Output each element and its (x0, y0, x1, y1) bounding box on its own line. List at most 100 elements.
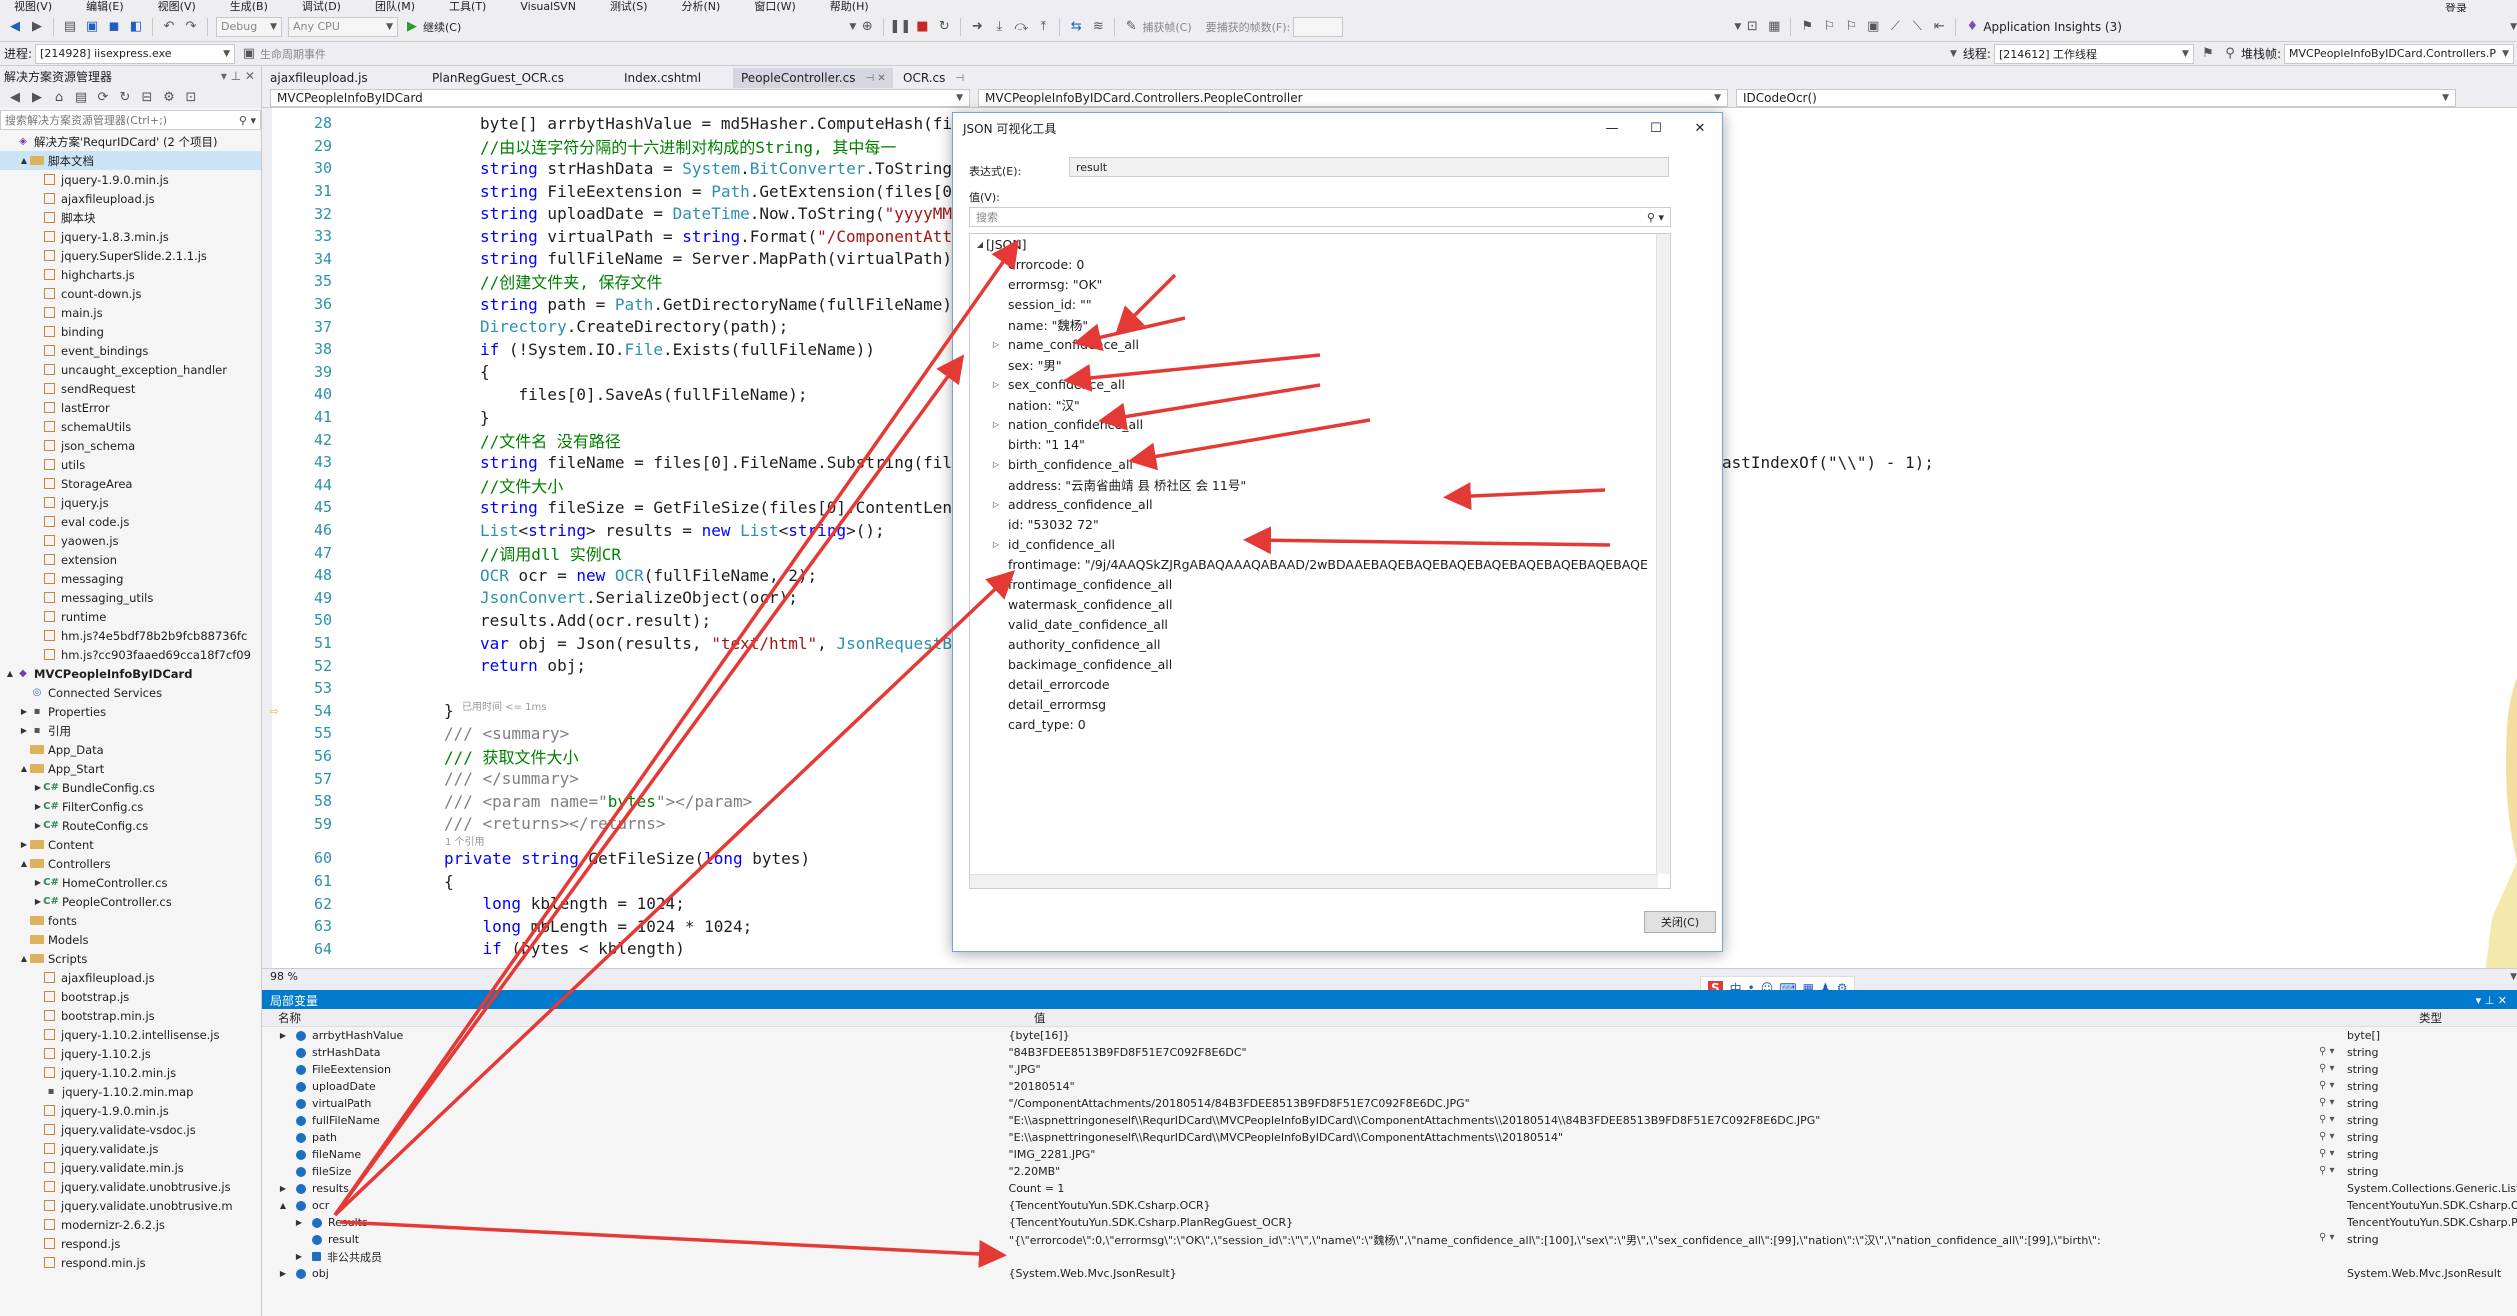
visualizer-magnifier-icon[interactable]: ⚲ ▾ (2319, 1131, 2343, 1144)
undo-icon[interactable]: ↶ (158, 16, 180, 38)
bookmark-icon[interactable]: ⚑ (1796, 16, 1818, 38)
tree-item[interactable]: lastError (0, 398, 261, 417)
forward-icon[interactable]: ▶ (26, 16, 48, 38)
menu-item[interactable]: 窗口(W) (754, 0, 795, 12)
tree-item[interactable]: uncaught_exception_handler (0, 360, 261, 379)
json-node[interactable]: id: "53032 72" (970, 514, 1670, 534)
visualizer-magnifier-icon[interactable] (2319, 1029, 2343, 1042)
json-node[interactable]: ▷ address_confidence_all (970, 494, 1670, 514)
tree-item[interactable]: ▶ ▪ Properties (0, 702, 261, 721)
json-node[interactable]: ▷ nation_confidence_all (970, 414, 1670, 434)
stop-icon[interactable]: ■ (911, 16, 933, 38)
visualizer-magnifier-icon[interactable]: ⚲ ▾ (2319, 1097, 2343, 1110)
visualizer-magnifier-icon[interactable] (2319, 1182, 2343, 1195)
horizontal-scrollbar[interactable] (970, 874, 1658, 888)
break-all-icon[interactable]: ❚❚ (889, 16, 911, 38)
expand-arrow-icon[interactable]: ▲ (18, 954, 30, 963)
process-select[interactable]: [214928] iisexpress.exe ▼ (35, 43, 236, 64)
window-controls-icon[interactable]: ▾ ⊥ ✕ (2476, 994, 2507, 1007)
json-node[interactable]: frontimage: "/9j/4AAQSkZJRgABAQAAAQABAAD… (970, 554, 1670, 574)
json-node[interactable]: name: "魏杨" (970, 314, 1670, 334)
tree-item[interactable]: eval code.js (0, 512, 261, 531)
locals-row[interactable]: ▶ obj {System.Web.Mvc.JsonResult} System.We… (262, 1265, 2517, 1282)
tree-item[interactable]: ▲ 脚本文档 (0, 151, 261, 170)
locals-row[interactable]: path "E:\\aspnettringoneself\\RequrIDCard… (262, 1129, 2517, 1146)
tree-item[interactable]: binding (0, 322, 261, 341)
visualizer-magnifier-icon[interactable]: ⚲ ▾ (2319, 1148, 2343, 1161)
tree-item[interactable]: ▶ C# PeopleController.cs (0, 892, 261, 911)
lifecycle-icon[interactable]: ▣ (238, 43, 260, 65)
home-icon[interactable]: ⌂ (48, 86, 70, 108)
save-icon[interactable]: ◼ (103, 16, 125, 38)
back-icon[interactable]: ◀ (4, 16, 26, 38)
pending-changes-icon[interactable]: ↻ (114, 86, 136, 108)
tree-item[interactable]: jquery-1.10.2.intellisense.js (0, 1025, 261, 1044)
tab-ocr-cs[interactable]: OCR.cs ⊣ (895, 68, 965, 88)
comment-icon[interactable]: ⟋ (1884, 16, 1906, 38)
expand-arrow-icon[interactable]: ▶ (276, 1184, 290, 1193)
insights-button[interactable]: Application Insights (3) (1983, 20, 2122, 34)
locals-row[interactable]: fileName "IMG_2281.JPG" ⚲ ▾ string (262, 1146, 2517, 1163)
json-node[interactable]: backimage_confidence_all (970, 654, 1670, 674)
tab-ajaxfileupload-js[interactable]: ajaxfileupload.js (262, 68, 422, 88)
project-dropdown[interactable]: MVCPeopleInfoByIDCard ▼ (270, 88, 970, 107)
tree-item[interactable]: fonts (0, 911, 261, 930)
redo-icon[interactable]: ↷ (180, 16, 202, 38)
json-node[interactable]: ▷ sex_confidence_all (970, 374, 1670, 394)
visualizer-magnifier-icon[interactable]: ⚲ ▾ (2319, 1046, 2343, 1059)
catch-frame-button[interactable]: 捕获帧(C) (1142, 19, 1191, 35)
json-node[interactable]: birth: "1 14" (970, 434, 1670, 454)
tab-planregguest_ocr-cs[interactable]: PlanRegGuest_OCR.cs (424, 68, 614, 88)
tree-item[interactable]: event_bindings (0, 341, 261, 360)
expand-arrow-icon[interactable]: ▲ (18, 859, 30, 868)
locals-value-cell[interactable]: {System.Web.Mvc.JsonResult} (1005, 1267, 2343, 1280)
expand-arrow-icon[interactable]: ▶ (18, 707, 30, 716)
class-dropdown[interactable]: MVCPeopleInfoByIDCard.Controllers.People… (978, 88, 1728, 107)
uncomment-icon[interactable]: ⟍ (1906, 16, 1928, 38)
json-search-input[interactable]: 搜索 ⚲ ▾ (969, 207, 1671, 227)
tab-index-cshtml[interactable]: Index.cshtml (616, 68, 731, 88)
json-node[interactable]: sex: "男" (970, 354, 1670, 374)
tree-item[interactable]: StorageArea (0, 474, 261, 493)
visualizer-magnifier-icon[interactable]: ⚲ ▾ (2319, 1165, 2343, 1178)
visualizer-magnifier-icon[interactable]: ⚲ ▾ (2319, 1063, 2343, 1076)
locals-value-cell[interactable]: "{\"errorcode\":0,\"errormsg\":\"OK\",\"… (1005, 1232, 2343, 1248)
json-root-node[interactable]: ◢ [JSON] (970, 234, 1670, 254)
expand-arrow-icon[interactable]: ▷ (990, 540, 1002, 549)
minimize-icon[interactable]: — (1590, 121, 1634, 136)
tree-item[interactable]: messaging (0, 569, 261, 588)
tree-item[interactable]: jquery.validate.min.js (0, 1158, 261, 1177)
menu-item[interactable]: VisualSVN (520, 0, 576, 12)
platform-select[interactable]: Any CPU ▼ (288, 16, 398, 37)
tree-item[interactable]: schemaUtils (0, 417, 261, 436)
tree-item[interactable]: ▲ ◆ MVCPeopleInfoByIDCard (0, 664, 261, 683)
menu-item[interactable]: 编辑(E) (86, 0, 124, 12)
locals-value-cell[interactable]: "IMG_2281.JPG" ⚲ ▾ (1005, 1148, 2343, 1161)
insights-icon[interactable]: ♦ (1961, 16, 1983, 38)
tree-item[interactable]: jquery-1.8.3.min.js (0, 227, 261, 246)
stack-select[interactable]: MVCPeopleInfoByIDCard.Controllers.P ▼ (2284, 43, 2514, 64)
json-node[interactable]: nation: "汉" (970, 394, 1670, 414)
expand-arrow-icon[interactable]: ▲ (18, 764, 30, 773)
tree-item[interactable]: ▶ Content (0, 835, 261, 854)
menu-item[interactable]: 视图(V) (158, 0, 196, 12)
tree-item[interactable]: modernizr-2.6.2.js (0, 1215, 261, 1234)
expand-arrow-icon[interactable]: ▷ (990, 420, 1002, 429)
tree-item[interactable]: jquery.js (0, 493, 261, 512)
step-into-icon[interactable]: ⤓ (988, 16, 1010, 38)
vertical-scrollbar[interactable] (1656, 234, 1670, 874)
tree-item[interactable]: hm.js?4e5bdf78b2b9fcb88736fc (0, 626, 261, 645)
tree-item[interactable]: ▶ C# BundleConfig.cs (0, 778, 261, 797)
locals-row[interactable]: fileSize "2.20MB" ⚲ ▾ string (262, 1163, 2517, 1180)
locals-value-cell[interactable]: {TencentYoutuYun.SDK.Csharp.OCR} (1005, 1199, 2343, 1212)
json-node[interactable]: ▷ name_confidence_all (970, 334, 1670, 354)
tree-item[interactable]: json_schema (0, 436, 261, 455)
tree-item[interactable]: bootstrap.min.js (0, 1006, 261, 1025)
zoom-level[interactable]: 98 % (270, 970, 298, 983)
expand-arrow-icon[interactable]: ▲ (4, 669, 16, 678)
locals-row[interactable]: strHashData "84B3FDEE8513B9FD8F51E7C092F8… (262, 1044, 2517, 1061)
threads-icon[interactable]: ≋ (1087, 16, 1109, 38)
pin-tab-icon[interactable]: ⊣ (955, 73, 964, 84)
indicator-margin[interactable] (262, 108, 272, 968)
locals-row[interactable]: ▶ Results {TencentYoutuYun.SDK.Csharp.Plan… (262, 1214, 2517, 1231)
